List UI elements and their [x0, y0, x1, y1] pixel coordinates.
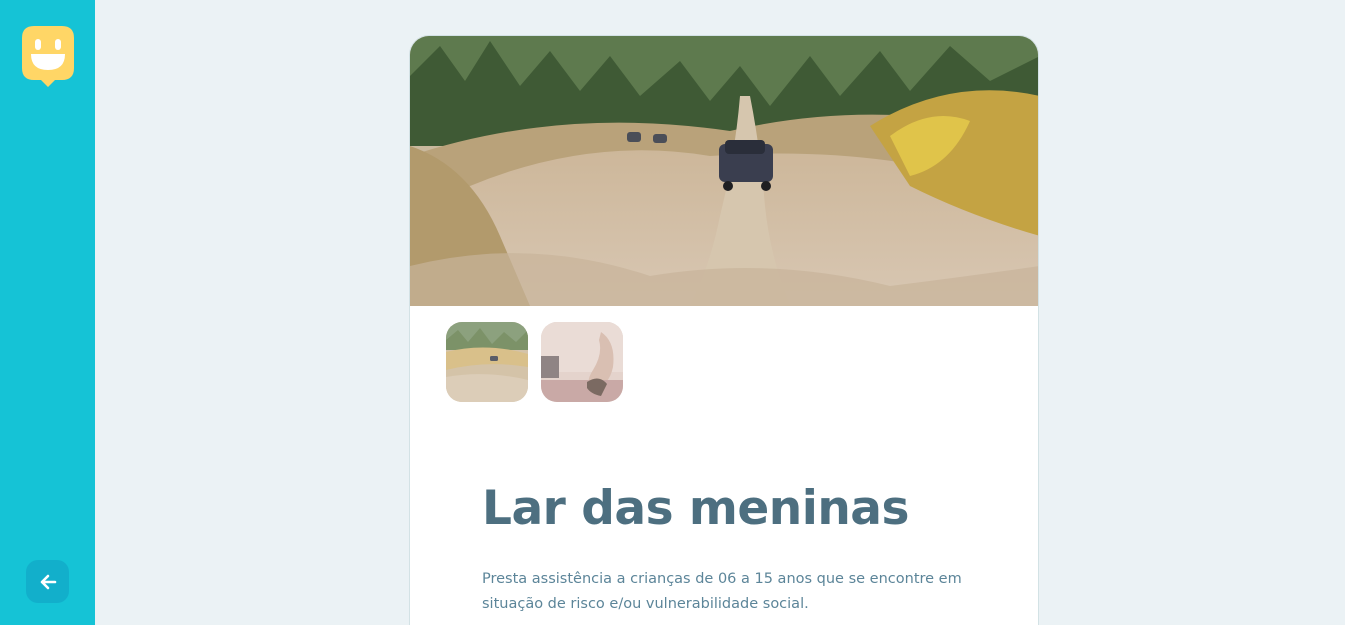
page-title: Lar das meninas	[482, 481, 909, 536]
orphanage-description: Presta assistência a crianças de 06 a 15…	[482, 571, 962, 612]
sidebar	[0, 0, 95, 625]
orphanage-details-card: Lar das meninas Presta assistência a cri…	[409, 35, 1039, 625]
main-photo	[410, 36, 1038, 306]
happy-map-marker-icon[interactable]	[22, 26, 74, 88]
arrow-left-icon	[40, 574, 56, 589]
image-thumbnail[interactable]	[541, 322, 623, 402]
image-thumbnail[interactable]	[446, 322, 528, 402]
back-button[interactable]	[26, 560, 69, 603]
